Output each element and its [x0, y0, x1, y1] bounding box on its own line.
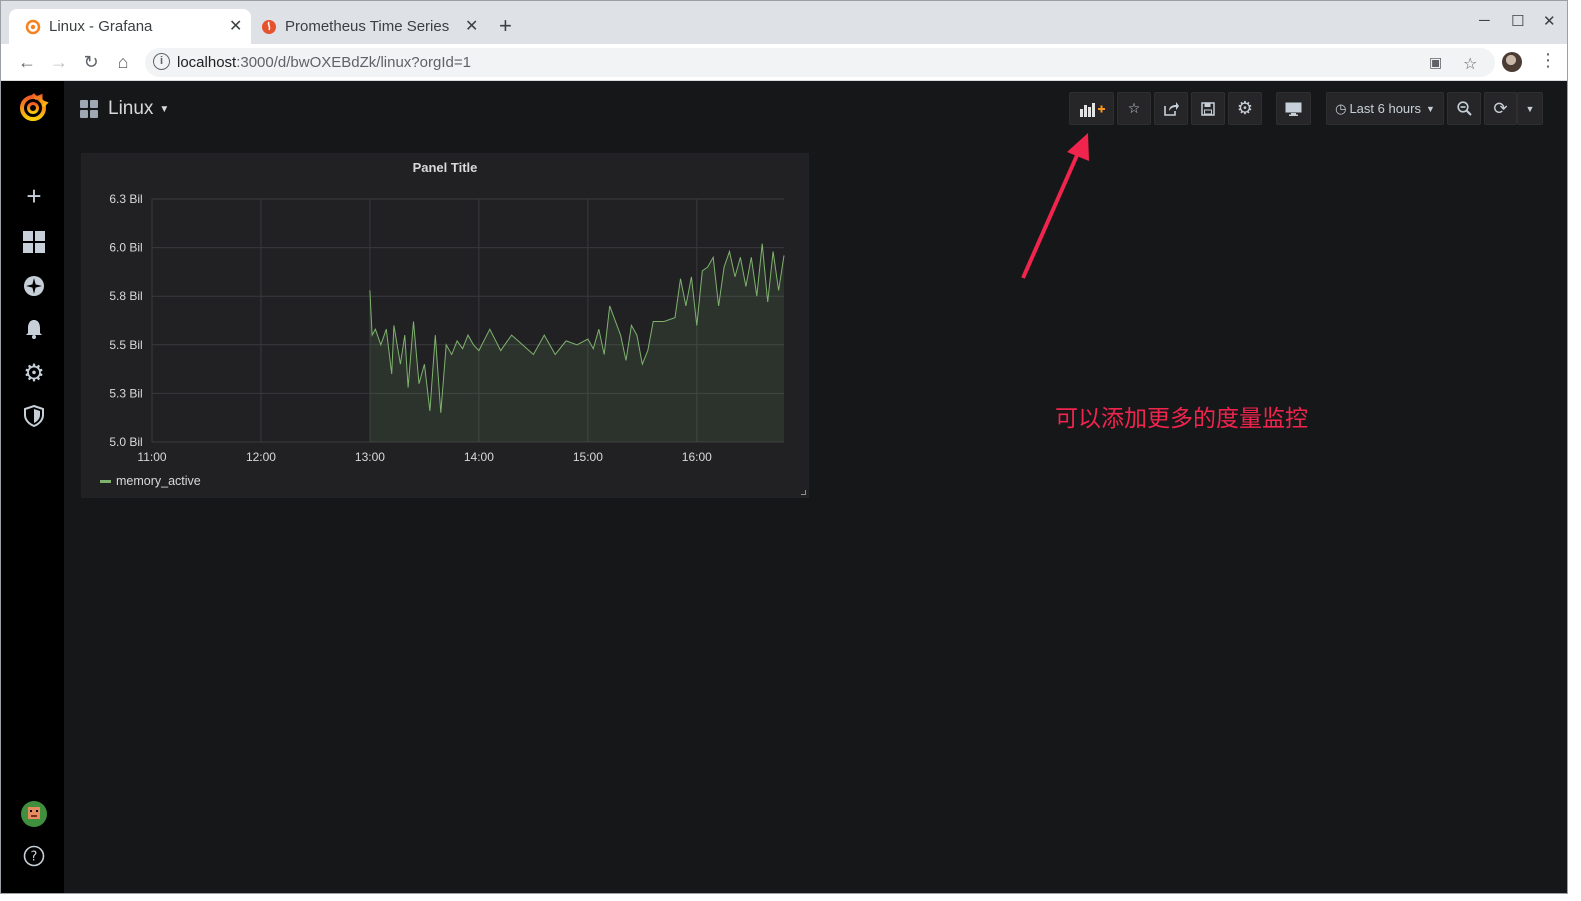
- dashboard-area: Linux ▼ ☆ ⚙ ◷ Last 6 hours ▼ ⟳ ▼ Panel T…: [64, 81, 1567, 893]
- grafana-logo-icon[interactable]: [17, 91, 49, 123]
- save-icon: [1201, 101, 1215, 116]
- refresh-interval-dropdown[interactable]: ▼: [1517, 92, 1543, 125]
- series-area-memory-active: [369, 243, 784, 442]
- explore-compass-icon[interactable]: [23, 275, 45, 297]
- x-tick-label: 11:00: [137, 450, 166, 464]
- panel-resize-handle[interactable]: [801, 490, 806, 495]
- tv-mode-icon: [1285, 102, 1302, 116]
- legend-label: memory_active: [116, 474, 201, 488]
- caret-down-icon: ▼: [1425, 103, 1435, 114]
- caret-down-icon: ▼: [1525, 103, 1535, 114]
- star-dashboard-button[interactable]: ☆: [1117, 92, 1151, 125]
- browser-toolbar: ← → ↻ ⌂ i localhost:3000/d/bwOXEBdZk/lin…: [1, 44, 1567, 81]
- site-info-icon[interactable]: i: [153, 53, 170, 70]
- close-window-icon[interactable]: ✕: [1543, 12, 1556, 30]
- address-bar[interactable]: i localhost:3000/d/bwOXEBdZk/linux?orgId…: [145, 48, 1495, 77]
- help-icon[interactable]: ?: [23, 845, 45, 867]
- maximize-icon[interactable]: ☐: [1511, 12, 1524, 30]
- add-panel-button[interactable]: [1069, 92, 1114, 125]
- y-tick-label: 5.3 Bil: [109, 386, 142, 400]
- y-tick-label: 5.5 Bil: [109, 338, 142, 352]
- refresh-button[interactable]: ⟳: [1484, 92, 1517, 125]
- back-icon[interactable]: ←: [15, 50, 39, 74]
- tab-grafana[interactable]: Linux - Grafana ✕: [9, 9, 251, 44]
- minimize-icon[interactable]: ─: [1479, 12, 1490, 29]
- dashboard-settings-button[interactable]: ⚙: [1228, 92, 1262, 125]
- legend-swatch: [100, 479, 111, 483]
- x-tick-label: 16:00: [682, 450, 712, 464]
- star-icon: ☆: [1127, 100, 1141, 116]
- configuration-gear-icon[interactable]: ⚙: [23, 360, 45, 387]
- x-tick-label: 14:00: [464, 450, 494, 464]
- home-icon[interactable]: ⌂: [111, 50, 135, 74]
- x-tick-label: 13:00: [355, 450, 385, 464]
- new-tab-icon[interactable]: +: [499, 13, 512, 39]
- dashboard-grid-icon: [80, 100, 98, 118]
- grafana-favicon-icon: [25, 19, 41, 35]
- profile-avatar[interactable]: [1502, 52, 1522, 72]
- alert-bell-icon[interactable]: [23, 318, 45, 340]
- annotation-text: 可以添加更多的度量监控: [1055, 406, 1308, 432]
- close-tab-icon[interactable]: ✕: [465, 16, 478, 36]
- x-tick-label: 12:00: [246, 450, 276, 464]
- reload-icon[interactable]: ↻: [79, 50, 103, 74]
- shield-icon[interactable]: [23, 405, 45, 427]
- plus-icon[interactable]: +: [23, 181, 45, 211]
- y-tick-label: 5.0 Bil: [109, 435, 142, 449]
- share-icon: [1164, 102, 1179, 116]
- zoom-out-button[interactable]: [1447, 92, 1481, 125]
- side-menu: + ⚙ ?: [1, 81, 64, 893]
- bookmark-star-icon[interactable]: ☆: [1463, 54, 1477, 74]
- tab-prometheus[interactable]: Prometheus Time Series C ✕: [253, 9, 485, 44]
- tab-title: Prometheus Time Series C: [285, 18, 450, 35]
- save-dashboard-button[interactable]: [1191, 92, 1225, 125]
- clock-icon: ◷: [1335, 100, 1347, 116]
- share-dashboard-button[interactable]: [1154, 92, 1188, 125]
- tab-title: Linux - Grafana: [49, 18, 153, 35]
- translate-icon[interactable]: ▣: [1429, 54, 1442, 71]
- svg-text:?: ?: [31, 850, 38, 865]
- graph-chart: 5.0 Bil 5.3 Bil 5.5 Bil 5.8 Bil 6.0 Bil 6.3 B…: [109, 192, 785, 464]
- forward-icon[interactable]: →: [47, 50, 71, 74]
- y-tick-label: 6.0 Bil: [109, 241, 142, 255]
- close-tab-icon[interactable]: ✕: [229, 16, 242, 36]
- browser-window: Linux - Grafana ✕ Prometheus Time Series…: [0, 0, 1568, 894]
- graph-panel[interactable]: Panel Title 5.0 Bil 5.3 Bil 5.5 Bil 5.8 Bil…: [81, 153, 809, 498]
- tv-mode-button[interactable]: [1276, 92, 1311, 125]
- tab-strip: Linux - Grafana ✕ Prometheus Time Series…: [1, 1, 1567, 44]
- refresh-icon: ⟳: [1493, 98, 1508, 118]
- browser-menu-icon[interactable]: ⋮: [1539, 50, 1557, 71]
- dashboard-title: Linux: [108, 98, 154, 119]
- y-tick-label: 5.8 Bil: [109, 289, 142, 303]
- time-range-picker[interactable]: ◷ Last 6 hours ▼: [1326, 92, 1444, 125]
- legend-item[interactable]: memory_active: [100, 474, 201, 488]
- settings-icon: ⚙: [1236, 98, 1254, 118]
- caret-down-icon: ▼: [159, 103, 170, 115]
- dashboard-title-picker[interactable]: Linux ▼: [80, 98, 169, 120]
- prometheus-favicon-icon: [262, 20, 276, 34]
- zoom-out-icon: [1456, 101, 1472, 116]
- url-text: localhost:3000/d/bwOXEBdZk/linux?orgId=1: [177, 54, 471, 71]
- x-tick-label: 15:00: [573, 450, 603, 464]
- user-avatar[interactable]: [21, 801, 47, 827]
- time-range-label: Last 6 hours: [1349, 101, 1421, 116]
- dashboards-icon[interactable]: [23, 231, 45, 253]
- y-tick-label: 6.3 Bil: [109, 192, 142, 206]
- add-panel-icon: [1079, 102, 1105, 117]
